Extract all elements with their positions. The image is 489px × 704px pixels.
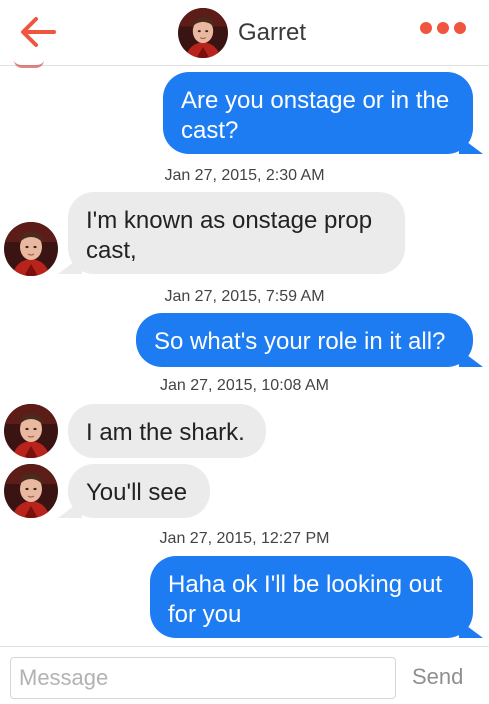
contact-info[interactable]: Garret xyxy=(178,7,306,59)
message-incoming[interactable]: I am the shark. xyxy=(68,404,266,458)
message-outgoing[interactable]: So what's your role in it all? xyxy=(136,313,473,367)
message-outgoing[interactable]: Are you onstage or in the cast? xyxy=(163,72,473,154)
message-text: Haha ok I'll be looking out for you xyxy=(168,571,443,628)
message-incoming[interactable]: I'm known as onstage prop cast, xyxy=(68,192,405,274)
contact-name: Garret xyxy=(238,19,307,46)
contact-avatar[interactable] xyxy=(4,404,58,458)
contact-avatar[interactable] xyxy=(178,8,228,58)
message-composer: Send xyxy=(0,646,489,704)
message-text: So what's your role in it all? xyxy=(154,328,446,355)
message-text: You'll see xyxy=(86,479,188,506)
more-button[interactable] xyxy=(420,22,466,34)
message-timestamp: Jan 27, 2015, 2:30 AM xyxy=(164,167,325,184)
message-input[interactable] xyxy=(10,657,396,699)
message-incoming[interactable]: You'll see xyxy=(68,464,210,518)
message-text: I am the shark. xyxy=(86,419,245,446)
message-timestamp: Jan 27, 2015, 10:08 AM xyxy=(159,377,329,394)
message-text: I'm known as onstage prop cast, xyxy=(86,207,373,264)
back-arrow-icon xyxy=(21,17,56,47)
message-outgoing[interactable]: Haha ok I'll be looking out for you xyxy=(150,556,473,638)
message-text: Are you onstage or in the cast? xyxy=(181,87,450,144)
send-button[interactable]: Send xyxy=(412,664,463,690)
message-timestamp: Jan 27, 2015, 7:59 AM xyxy=(164,288,325,305)
more-dots-icon xyxy=(420,22,432,34)
contact-avatar[interactable] xyxy=(4,222,58,276)
back-button[interactable] xyxy=(18,14,58,50)
more-dots-icon xyxy=(437,22,449,34)
more-dots-icon xyxy=(454,22,466,34)
contact-avatar[interactable] xyxy=(4,464,58,518)
scrolled-avatar-edge xyxy=(14,60,44,68)
chat-header: Garret xyxy=(0,0,489,68)
message-timestamp: Jan 27, 2015, 12:27 PM xyxy=(159,530,330,547)
